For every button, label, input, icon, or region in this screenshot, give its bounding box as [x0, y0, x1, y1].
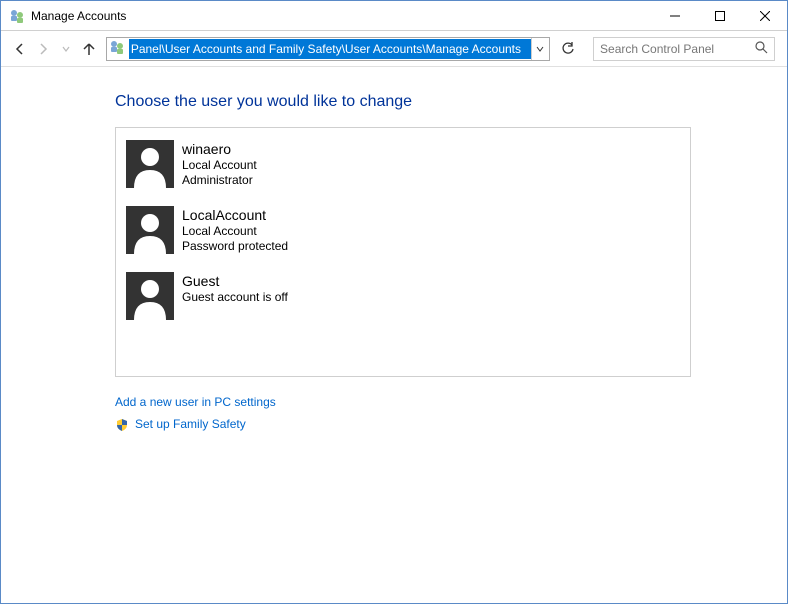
avatar-icon — [126, 140, 174, 188]
action-links: Add a new user in PC settings Set up Fam… — [115, 391, 787, 435]
accounts-grid: winaero Local Account Administrator Loca… — [126, 140, 680, 338]
titlebar: Manage Accounts — [1, 1, 787, 31]
search-box[interactable] — [593, 37, 775, 61]
account-status: Password protected — [182, 239, 288, 254]
minimize-button[interactable] — [652, 1, 697, 30]
account-name: Guest — [182, 272, 288, 290]
window: Manage Accounts — [0, 0, 788, 604]
app-icon — [9, 8, 25, 24]
maximize-button[interactable] — [697, 1, 742, 30]
window-title: Manage Accounts — [31, 9, 652, 23]
account-role: Administrator — [182, 173, 257, 188]
shield-icon — [115, 417, 129, 431]
back-button[interactable] — [9, 37, 30, 61]
account-type: Local Account — [182, 158, 257, 173]
family-safety-link[interactable]: Set up Family Safety — [115, 413, 787, 435]
address-bar[interactable]: Panel\User Accounts and Family Safety\Us… — [106, 37, 550, 61]
navbar: Panel\User Accounts and Family Safety\Us… — [1, 31, 787, 67]
link-text: Set up Family Safety — [135, 413, 246, 435]
account-item[interactable]: winaero Local Account Administrator — [126, 140, 404, 188]
account-info: Guest Guest account is off — [182, 272, 288, 320]
account-name: winaero — [182, 140, 257, 158]
accounts-box: winaero Local Account Administrator Loca… — [115, 127, 691, 377]
account-info: LocalAccount Local Account Password prot… — [182, 206, 288, 254]
avatar-icon — [126, 206, 174, 254]
add-user-link[interactable]: Add a new user in PC settings — [115, 391, 787, 413]
address-dropdown[interactable] — [531, 38, 549, 60]
account-item[interactable]: Guest Guest account is off — [126, 272, 404, 320]
link-text: Add a new user in PC settings — [115, 391, 276, 413]
account-info: winaero Local Account Administrator — [182, 140, 257, 188]
search-icon — [755, 41, 768, 57]
refresh-button[interactable] — [558, 37, 579, 61]
account-type: Local Account — [182, 224, 288, 239]
avatar-icon — [126, 272, 174, 320]
forward-button[interactable] — [32, 37, 53, 61]
recent-dropdown[interactable] — [55, 37, 76, 61]
up-button[interactable] — [79, 37, 100, 61]
close-button[interactable] — [742, 1, 787, 30]
window-controls — [652, 1, 787, 30]
content-area: Choose the user you would like to change… — [1, 67, 787, 603]
address-icon — [109, 39, 129, 59]
page-heading: Choose the user you would like to change — [115, 93, 787, 111]
account-item[interactable]: LocalAccount Local Account Password prot… — [126, 206, 404, 254]
account-name: LocalAccount — [182, 206, 288, 224]
address-text[interactable]: Panel\User Accounts and Family Safety\Us… — [129, 39, 531, 59]
account-status: Guest account is off — [182, 290, 288, 305]
search-input[interactable] — [600, 42, 755, 56]
